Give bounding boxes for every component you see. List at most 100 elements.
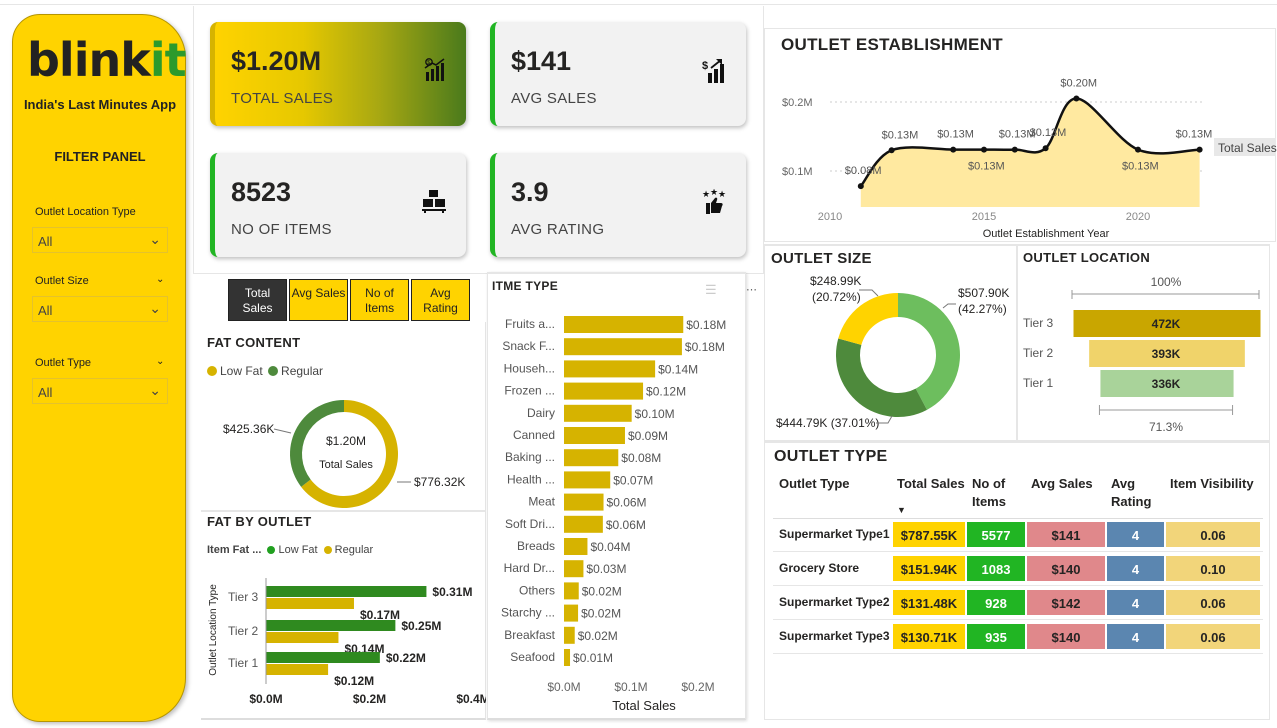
collapse-chevron-icon[interactable]: ⌄ xyxy=(156,356,164,367)
kpi-rating-card: 3.9 AVG RATING ★ ★ ★ xyxy=(490,153,746,257)
bar-item-type[interactable] xyxy=(564,360,656,378)
bar-regular[interactable] xyxy=(266,632,339,643)
outlet-type-title: OUTLET TYPE xyxy=(774,448,888,465)
bar-regular[interactable] xyxy=(266,664,329,675)
x-tick-label: $0.1M xyxy=(614,680,647,694)
outlet-size-donut-chart: $248.99K (20.72%) $507.90K (42.27%) $444… xyxy=(776,274,1009,430)
table-cell-outlet-type: Supermarket Type1 xyxy=(779,527,890,541)
bar-value-label: $0.18M xyxy=(686,318,726,332)
leader-line xyxy=(273,428,292,434)
table-cell-item-visibility: 0.06 xyxy=(1165,623,1261,650)
filter-label-location: Outlet Location Type xyxy=(35,206,136,218)
outlet-size-title: OUTLET SIZE xyxy=(771,250,872,267)
metric-button-no-of-items[interactable]: No of Items xyxy=(350,279,409,321)
col-header-total-sales[interactable]: Total Sales xyxy=(897,475,965,493)
col-header-avg-rating[interactable]: Avg Rating xyxy=(1111,475,1155,511)
filter-panel-title: FILTER PANEL xyxy=(54,149,146,164)
data-label: $0.13M xyxy=(937,129,974,141)
bar-value-label: $0.06M xyxy=(607,496,647,510)
data-point[interactable] xyxy=(888,147,895,154)
svg-text:★: ★ xyxy=(702,189,710,199)
legend-regular: Regular xyxy=(281,364,324,378)
y-tick-label: Frozen ... xyxy=(504,384,555,398)
bar-item-type[interactable] xyxy=(564,404,632,422)
table-row-divider xyxy=(773,585,1263,586)
metric-button-avg-rating[interactable]: Avg Rating xyxy=(411,279,470,321)
x-axis-title: Outlet Establishment Year xyxy=(983,228,1110,240)
metric-button-total-sales[interactable]: Total Sales xyxy=(228,279,287,321)
bar-value-label: $0.18M xyxy=(685,340,725,354)
table-cell-avg-rating: 4 xyxy=(1106,589,1165,616)
funnel-bar-value: 393K xyxy=(1152,347,1181,361)
table-cell-avg-sales: $141 xyxy=(1026,521,1106,548)
y-tick-label: Others xyxy=(519,583,555,597)
data-point[interactable] xyxy=(1196,146,1203,153)
filter-sidebar: blinkit India's Last Minutes App FILTER … xyxy=(12,14,187,722)
data-point[interactable] xyxy=(1073,95,1080,102)
donut-center-label: Total Sales xyxy=(319,459,373,471)
fat-by-outlet-legend: Item Fat ... Low Fat Regular xyxy=(207,544,373,556)
legend-dot-low-fat xyxy=(207,366,217,376)
x-tick-label: $0.2M xyxy=(353,692,386,706)
chevron-down-icon: ⌄ xyxy=(149,231,161,247)
bar-item-type[interactable] xyxy=(564,449,619,467)
kpi-value: $141 xyxy=(511,46,572,76)
y-axis-label: Outlet Location Type xyxy=(208,584,219,676)
funnel-tier-label: Tier 2 xyxy=(1023,346,1054,360)
col-header-avg-sales[interactable]: Avg Sales xyxy=(1031,475,1093,493)
x-tick-label: 2010 xyxy=(818,211,842,223)
table-cell-outlet-type: Supermarket Type3 xyxy=(779,629,890,643)
bar-item-type[interactable] xyxy=(564,382,644,400)
brand-tagline: India's Last Minutes App xyxy=(23,97,177,112)
col-header-no-of-items[interactable]: No of Items xyxy=(972,475,1018,511)
bar-item-type[interactable] xyxy=(564,427,625,444)
sort-desc-icon[interactable]: ▼ xyxy=(897,505,906,515)
data-point[interactable] xyxy=(857,183,864,190)
data-point[interactable] xyxy=(1011,146,1018,153)
bar-item-type[interactable] xyxy=(564,582,579,600)
fat-content-donut-chart: $1.20M Total Sales $425.36K $776.32K xyxy=(223,400,465,508)
filter-type-select[interactable]: All ⌄ xyxy=(32,378,168,404)
bar-item-type[interactable] xyxy=(564,649,571,666)
legend-dot-regular xyxy=(323,546,332,554)
data-point[interactable] xyxy=(950,146,957,153)
filter-icon[interactable]: ☰ xyxy=(705,282,717,298)
bar-value-label: $0.03M xyxy=(586,562,626,576)
bar-value-label: $0.09M xyxy=(628,429,668,443)
data-point[interactable] xyxy=(981,146,987,153)
metric-button-avg-sales[interactable]: Avg Sales xyxy=(289,279,348,321)
bar-regular[interactable] xyxy=(266,598,354,609)
bar-item-type[interactable] xyxy=(564,515,603,533)
bar-low-fat[interactable] xyxy=(266,620,396,631)
funnel-tier-label: Tier 3 xyxy=(1023,316,1054,330)
more-options-icon[interactable]: ⋯ xyxy=(746,283,757,296)
bar-item-type[interactable] xyxy=(564,604,579,622)
bar-low-fat[interactable] xyxy=(266,586,427,597)
funnel-tier-label: Tier 1 xyxy=(1023,376,1054,390)
kpi-items-card: 8523 NO OF ITEMS xyxy=(210,153,466,257)
bar-item-type[interactable] xyxy=(564,538,588,555)
y-tick-label: $0.1M xyxy=(782,166,813,178)
bar-value-label: $0.02M xyxy=(581,607,621,621)
fat-content-title: FAT CONTENT xyxy=(207,335,301,350)
data-point[interactable] xyxy=(1135,146,1141,153)
bar-item-type[interactable] xyxy=(564,316,684,333)
legend-dot-low-fat xyxy=(267,546,276,554)
bar-item-type[interactable] xyxy=(564,493,604,511)
collapse-chevron-icon[interactable]: ⌄ xyxy=(156,274,164,285)
y-tick-label: Health ... xyxy=(507,472,555,486)
item-type-bar-chart: Total Sales Fruits a... $0.18M Snack F... $… xyxy=(501,316,726,713)
col-header-item-visibility[interactable]: Item Visibility xyxy=(1170,475,1254,493)
bar-item-type[interactable] xyxy=(564,471,611,489)
donut-slice[interactable] xyxy=(836,338,927,417)
data-point[interactable] xyxy=(1042,145,1049,152)
filter-location-select[interactable]: All ⌄ xyxy=(32,227,168,253)
fat-by-outlet-title: FAT BY OUTLET xyxy=(207,514,312,529)
bar-low-fat[interactable] xyxy=(266,652,380,663)
bar-item-type[interactable] xyxy=(564,560,584,578)
bar-item-type[interactable] xyxy=(564,338,682,356)
filter-size-select[interactable]: All ⌄ xyxy=(32,296,168,322)
bar-item-type[interactable] xyxy=(564,626,575,644)
svg-text:★: ★ xyxy=(710,189,718,197)
col-header-outlet-type[interactable]: Outlet Type xyxy=(779,475,850,493)
